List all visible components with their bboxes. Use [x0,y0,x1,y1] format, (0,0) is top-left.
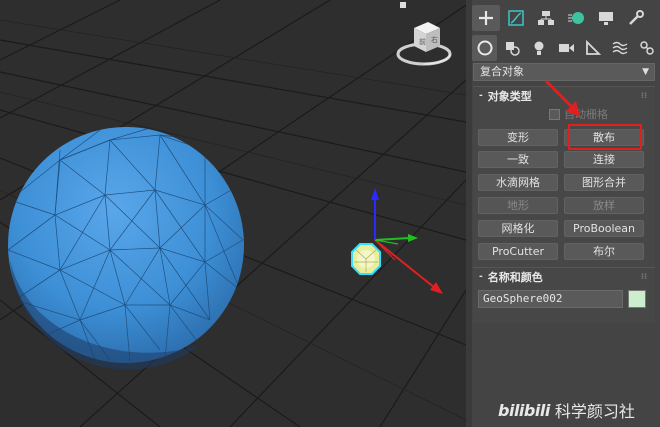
loft-button[interactable]: 放样 [564,197,644,214]
name-and-color-rollout-header[interactable]: - 名称和颜色 ⁝⁝ [473,268,655,285]
geometry-icon [477,40,493,56]
channel-name: 科学颜习社 [554,402,635,421]
proboolean-button[interactable]: ProBoolean [564,220,644,237]
boolean-button[interactable]: 布尔 [564,243,644,260]
rollout-drag-handle[interactable]: ⁝⁝ [641,272,647,281]
blobmesh-button[interactable]: 水滴网格 [478,174,558,191]
motion-icon [568,12,584,24]
morph-button[interactable]: 变形 [478,129,558,146]
procutter-button[interactable]: ProCutter [478,243,558,260]
conform-button[interactable]: 一致 [478,151,558,168]
autogrid-checkbox-box [549,108,560,120]
display-tab[interactable] [592,5,620,31]
category-select-value: 复合对象 [480,65,524,78]
chevron-down-icon: ▼ [642,67,649,77]
transform-gizmo[interactable] [340,180,450,300]
perspective-viewport[interactable]: 前 右 [0,0,466,427]
motion-tab[interactable] [562,5,590,31]
display-icon [599,12,613,25]
create-tab[interactable] [472,5,500,31]
autogrid-checkbox[interactable]: 自动栅格 [549,107,608,121]
morph-button-label: 变形 [507,131,529,144]
lights-icon [534,41,544,55]
mesher-button-label: 网格化 [501,222,535,235]
rollout-collapse-toggle: - [479,271,483,282]
connect-button[interactable]: 连接 [564,151,644,168]
panel-divider[interactable] [466,0,472,427]
spacewarps-icon [612,41,628,55]
systems-tab[interactable] [635,35,660,61]
cameras-tab[interactable] [553,35,578,61]
connect-button-label: 连接 [593,153,615,166]
mesher-button[interactable]: 网格化 [478,220,558,237]
bilibili-logo: bilibili [498,400,550,420]
rollout-drag-handle[interactable]: ⁝⁝ [641,91,647,100]
systems-icon [640,41,655,55]
object-type-title: 对象类型 [487,89,532,103]
autogrid-label: 自动栅格 [564,108,608,121]
geometry-tab[interactable] [472,35,498,61]
object-color-swatch[interactable] [628,290,646,308]
shapes-icon [505,42,520,56]
object-type-rollout-header[interactable]: - 对象类型 ⁝⁝ [473,87,655,104]
svg-text:右: 右 [431,35,438,44]
cameras-icon [558,44,574,52]
lights-tab[interactable] [526,35,551,61]
command-panel-main-tabs [472,4,660,32]
boolean-button-label: 布尔 [593,245,615,258]
hierarchy-tab[interactable] [532,5,560,31]
create-subcategory-tabs [472,34,660,62]
name-and-color-rollout: - 名称和颜色 ⁝⁝ GeoSphere002 [473,267,655,323]
shapemerge-button[interactable]: 图形合并 [564,174,644,191]
modify-tab[interactable] [502,5,530,31]
object-type-rollout: - 对象类型 ⁝⁝ 自动栅格 变形 散布 一致 连接 水滴网格 图形合并 地形 … [473,86,655,267]
terrain-button[interactable]: 地形 [478,197,558,214]
rollout-collapse-toggle: - [479,90,483,101]
bilibili-watermark: bilibili 科学颜习社 [498,398,635,422]
viewcube[interactable]: 前 右 [396,14,456,70]
shapes-tab[interactable] [499,35,524,61]
create-icon [479,11,493,25]
geosphere-object[interactable] [8,127,244,370]
terrain-button-label: 地形 [507,199,529,212]
helpers-icon [586,39,602,55]
spacewarps-tab[interactable] [608,35,633,61]
name-and-color-title: 名称和颜色 [487,270,543,284]
procutter-button-label: ProCutter [491,245,545,258]
utilities-icon [629,10,644,25]
svg-text:前: 前 [419,37,426,46]
utilities-tab[interactable] [622,5,650,31]
hierarchy-icon [538,11,554,25]
object-category-dropdown[interactable]: 复合对象 ▼ [473,63,655,81]
conform-button-label: 一致 [507,153,529,166]
object-name-field[interactable]: GeoSphere002 [478,290,623,308]
shapemerge-button-label: 图形合并 [582,176,626,189]
proboolean-button-label: ProBoolean [573,222,635,235]
scatter-button[interactable]: 散布 [564,129,644,146]
modify-icon [508,10,524,26]
loft-button-label: 放样 [593,199,615,212]
blobmesh-button-label: 水滴网格 [496,176,540,189]
scatter-button-label: 散布 [593,131,615,144]
helpers-tab[interactable] [581,35,606,61]
